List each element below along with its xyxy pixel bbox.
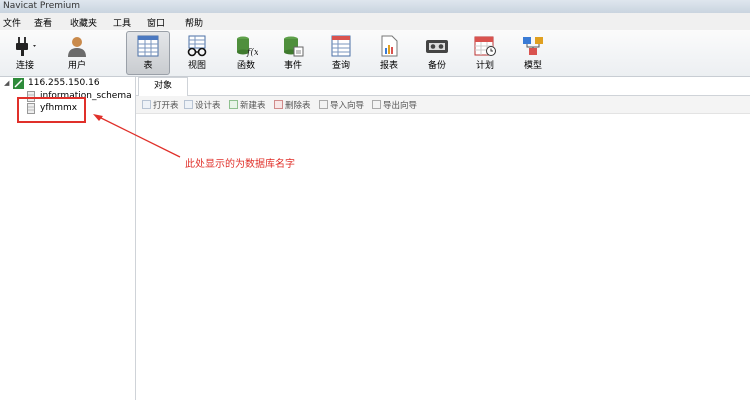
annotation-arrow [93, 114, 181, 158]
annotation-text: 此处显示的为数据库名字 [185, 159, 295, 170]
